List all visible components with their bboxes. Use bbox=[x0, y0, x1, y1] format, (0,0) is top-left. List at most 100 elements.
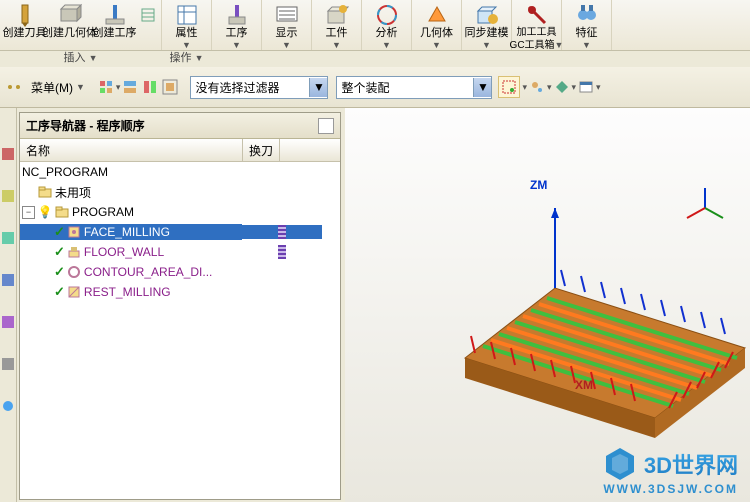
feature-button[interactable]: 特征▼ bbox=[564, 2, 609, 48]
display-icon bbox=[275, 3, 299, 27]
tree-header: 名称 换刀 bbox=[20, 139, 340, 162]
axis-x-label: XM bbox=[575, 378, 593, 392]
small-icon bbox=[136, 3, 160, 27]
geometry-icon bbox=[58, 3, 82, 27]
sidebar-icon[interactable] bbox=[2, 358, 14, 370]
tree-label: FACE_MILLING bbox=[84, 225, 170, 239]
pin-icon[interactable] bbox=[318, 118, 334, 134]
tree-row[interactable]: ✓ REST_MILLING bbox=[20, 282, 340, 302]
assembly-combo[interactable]: 整个装配 ▼ bbox=[336, 76, 492, 99]
ribbon-label: 创建刀具 bbox=[3, 27, 47, 39]
main-area: 工序导航器 - 程序顺序 名称 换刀 NC_PROGRAM 未用项 − 💡 PR… bbox=[0, 108, 750, 502]
folder-icon bbox=[38, 185, 52, 199]
analyze-icon bbox=[375, 3, 399, 27]
ribbon-label: 属性▼ bbox=[176, 27, 198, 51]
oplist-icon bbox=[225, 3, 249, 27]
sidebar-icon[interactable] bbox=[2, 274, 14, 286]
group-caption: 操作 ▼ bbox=[162, 49, 211, 65]
nav-view4-icon[interactable] bbox=[162, 79, 178, 95]
watermark-url: WWW.3DSJW.COM bbox=[603, 482, 738, 496]
ribbon-label: 工件▼ bbox=[326, 27, 348, 51]
misc2-icon[interactable] bbox=[554, 79, 570, 95]
ribbon-small-button[interactable] bbox=[137, 2, 159, 48]
check-icon: ✓ bbox=[54, 244, 65, 260]
tree-label: 未用项 bbox=[55, 184, 91, 201]
tree-body[interactable]: NC_PROGRAM 未用项 − 💡 PROGRAM ✓ FACE_MILLIN… bbox=[20, 162, 340, 499]
dropdown-arrow-icon[interactable]: ▾ bbox=[596, 82, 601, 93]
op-icon bbox=[67, 285, 81, 299]
menu-button[interactable]: 菜单(M)▼ bbox=[24, 76, 92, 99]
ribbon-label: 特征▼ bbox=[576, 27, 598, 51]
dropdown-arrow-icon[interactable]: ▾ bbox=[116, 82, 121, 93]
nav-view1-icon[interactable] bbox=[98, 79, 114, 95]
tree-row[interactable]: − 💡 PROGRAM bbox=[20, 202, 340, 222]
check-icon: ✓ bbox=[54, 224, 65, 240]
selection-mode-icon[interactable] bbox=[498, 76, 520, 98]
sidebar-icon[interactable] bbox=[2, 316, 14, 328]
sync-icon bbox=[475, 3, 499, 27]
dropdown-arrow-icon[interactable]: ▾ bbox=[522, 82, 527, 93]
op-icon bbox=[67, 225, 81, 239]
ribbon-label: 几何体▼ bbox=[420, 27, 453, 51]
column-header-tool[interactable]: 换刀 bbox=[243, 139, 280, 161]
machining-tools-button[interactable]: 加工工具GC工具箱▼ bbox=[514, 2, 559, 48]
tool-change-icon bbox=[278, 225, 286, 239]
dropdown-arrow-icon[interactable]: ▾ bbox=[547, 82, 552, 93]
geometry-button[interactable]: 几何体▼ bbox=[414, 2, 459, 48]
sidebar-icon[interactable] bbox=[2, 148, 14, 160]
window-icon[interactable] bbox=[578, 79, 594, 95]
tree-label: NC_PROGRAM bbox=[22, 165, 108, 179]
ribbon-group-ops: 属性▼ 操作 ▼ bbox=[162, 0, 212, 50]
workpiece-button[interactable]: 工件▼ bbox=[314, 2, 359, 48]
sidebar-icon[interactable] bbox=[2, 400, 14, 412]
tool-icon bbox=[13, 3, 37, 27]
combo-text: 没有选择过滤器 bbox=[191, 79, 309, 96]
ribbon-group: 加工工具GC工具箱▼ bbox=[512, 0, 562, 50]
properties-icon bbox=[175, 3, 199, 27]
properties-button[interactable]: 属性▼ bbox=[164, 2, 209, 48]
nav-view3-icon[interactable] bbox=[142, 79, 158, 95]
sidebar-icon[interactable] bbox=[2, 190, 14, 202]
filter-combo[interactable]: 没有选择过滤器 ▼ bbox=[190, 76, 328, 99]
sidebar-icon[interactable] bbox=[2, 232, 14, 244]
left-sidebar bbox=[0, 108, 17, 502]
ribbon-label: 创建工序 bbox=[93, 27, 137, 39]
tree-row[interactable]: ✓ FLOOR_WALL bbox=[20, 242, 340, 262]
tree-row-selected[interactable]: ✓ FACE_MILLING bbox=[20, 222, 340, 242]
ribbon-group: 分析▼ bbox=[362, 0, 412, 50]
column-header-name[interactable]: 名称 bbox=[20, 139, 243, 161]
operation-list-button[interactable]: 工序▼ bbox=[214, 2, 259, 48]
folder-icon bbox=[55, 205, 69, 219]
watermark-logo-icon bbox=[602, 446, 638, 482]
misc-icon[interactable] bbox=[529, 79, 545, 95]
ribbon-group: 显示▼ bbox=[262, 0, 312, 50]
ribbon-group: 工序▼ bbox=[212, 0, 262, 50]
ribbon-label: 加工工具GC工具箱▼ bbox=[510, 27, 564, 52]
combo-text: 整个装配 bbox=[337, 79, 473, 96]
watermark: 3D世界网 WWW.3DSJW.COM bbox=[602, 446, 738, 496]
tree-row[interactable]: 未用项 bbox=[20, 182, 340, 202]
create-operation-button[interactable]: 创建工序 bbox=[92, 2, 137, 48]
lightbulb-icon: 💡 bbox=[38, 205, 52, 219]
ribbon-label: 工序▼ bbox=[226, 27, 248, 51]
ribbon-group: 几何体▼ bbox=[412, 0, 462, 50]
panel-title: 工序导航器 - 程序顺序 bbox=[26, 117, 145, 134]
op-icon bbox=[67, 265, 81, 279]
display-button[interactable]: 显示▼ bbox=[264, 2, 309, 48]
expander-icon[interactable]: − bbox=[22, 206, 35, 219]
tree-row[interactable]: ✓ CONTOUR_AREA_DI... bbox=[20, 262, 340, 282]
tree-row[interactable]: NC_PROGRAM bbox=[20, 162, 340, 182]
op-icon bbox=[67, 245, 81, 259]
analyze-button[interactable]: 分析▼ bbox=[364, 2, 409, 48]
dropdown-arrow-icon[interactable]: ▾ bbox=[572, 82, 577, 93]
watermark-title: 3D世界网 bbox=[644, 448, 738, 480]
create-tool-button[interactable]: 创建刀具 bbox=[2, 2, 47, 48]
nav-view2-icon[interactable] bbox=[122, 79, 138, 95]
operation-icon bbox=[103, 3, 127, 27]
workpiece-icon bbox=[325, 3, 349, 27]
create-geometry-button[interactable]: 创建几何体 bbox=[47, 2, 92, 48]
3d-viewport[interactable]: ZM XM 3D世界网 WWW.3DSJW.COM bbox=[345, 108, 750, 502]
sync-model-button[interactable]: 同步建模▼ bbox=[464, 2, 509, 48]
tool-change-icon bbox=[278, 245, 286, 259]
axis-z-label: ZM bbox=[530, 178, 547, 192]
